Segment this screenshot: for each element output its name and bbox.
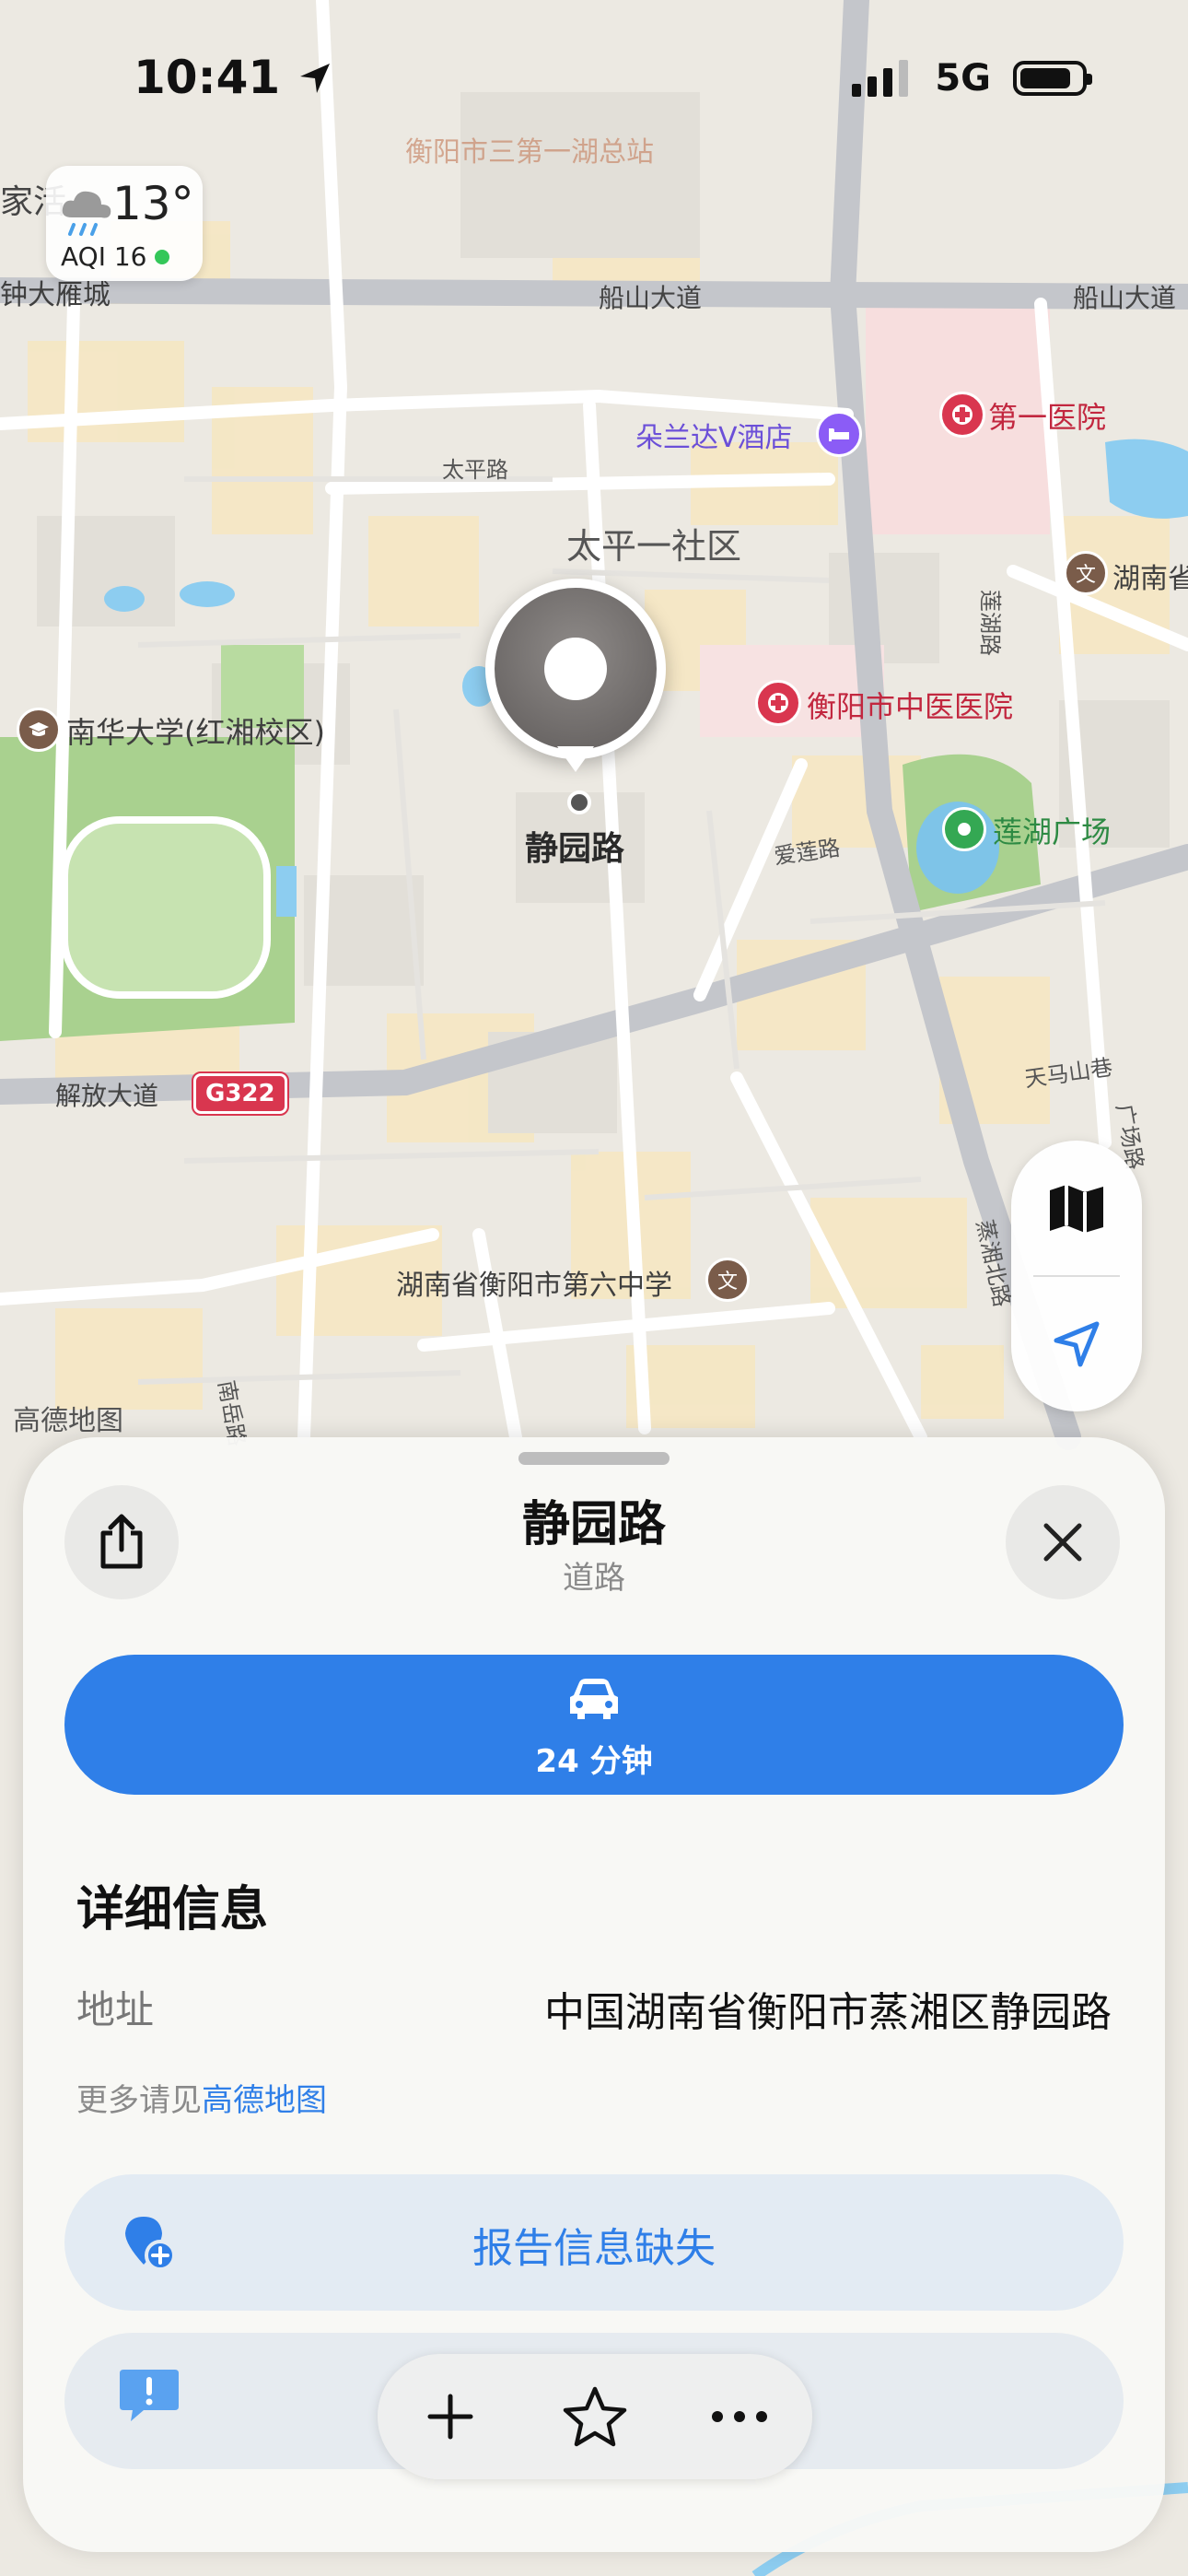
action-toolbar	[378, 2354, 812, 2479]
feedback-icon	[120, 2370, 179, 2421]
map-label-taiping-road: 太平路	[442, 457, 508, 483]
map-label-tcm-hospital[interactable]: 衡阳市中医医院	[807, 684, 1013, 726]
car-icon	[570, 1679, 618, 1719]
map-label-bus-station: 衡阳市三第一湖总站	[405, 136, 654, 169]
map-icon	[1050, 1184, 1103, 1233]
map-label-hotel[interactable]: 朵兰达V酒店	[635, 415, 793, 455]
locate-me-button[interactable]	[1011, 1276, 1142, 1411]
map-label-chuanshan-road: 船山大道	[599, 283, 703, 313]
map-mode-button[interactable]	[1011, 1141, 1142, 1276]
pin-label: 静园路	[525, 830, 625, 868]
school-icon[interactable]: 文	[705, 1258, 750, 1302]
favorite-button[interactable]	[544, 2366, 646, 2467]
map-label-lianhu-square[interactable]: 莲湖广场	[993, 809, 1111, 851]
map-label-taiping-community: 太平一社区	[566, 526, 742, 567]
school-icon[interactable]: 文	[1064, 551, 1108, 595]
dropped-pin[interactable]	[485, 579, 666, 759]
hospital-icon[interactable]	[755, 680, 801, 726]
highway-shield: G322	[192, 1071, 289, 1116]
map-label-first-hospital[interactable]: 第一医院	[988, 394, 1106, 437]
gaode-watermark: 高德地图	[13, 1405, 123, 1437]
aqi-indicator: AQI 16	[61, 241, 169, 272]
map-label-chuanshan-road: 船山大道	[1073, 283, 1177, 313]
address-label: 地址	[76, 1987, 155, 2032]
location-arrow-icon	[1054, 1321, 1100, 1366]
map-label-sixth-school[interactable]: 湖南省衡阳市第六中学	[396, 1262, 672, 1303]
place-card-sheet: 静园路 道路 24 分钟 详细信息 地址 中国湖南省衡阳市蒸湘区静园路 更多请见…	[23, 1437, 1165, 2552]
add-button[interactable]	[400, 2366, 501, 2467]
gaode-link[interactable]: 高德地图	[202, 2082, 327, 2119]
more-button[interactable]	[689, 2366, 790, 2467]
report-missing-label: 报告信息缺失	[472, 2225, 716, 2272]
address-value[interactable]: 中国湖南省衡阳市蒸湘区静园路	[544, 1979, 1112, 2038]
close-button[interactable]	[1006, 1485, 1120, 1599]
place-category: 道路	[563, 1560, 625, 1597]
network-type: 5G	[935, 57, 991, 100]
hospital-icon[interactable]	[939, 392, 985, 438]
pin-pointer	[557, 746, 594, 772]
map-label-lianhu-road: 莲湖路	[977, 590, 1003, 656]
more-info-prefix: 更多请见	[76, 2082, 202, 2119]
sheet-grabber[interactable]	[518, 1452, 670, 1465]
signal-icon	[852, 60, 909, 97]
pin-location-dot	[567, 790, 591, 814]
park-icon[interactable]	[942, 807, 986, 851]
status-time: 10:41	[134, 51, 333, 104]
map-label-nanhua-university[interactable]: 南华大学(红湘校区)	[66, 709, 325, 752]
rain-cloud-icon	[62, 191, 111, 236]
map-controls	[1011, 1141, 1142, 1411]
report-missing-button[interactable]: 报告信息缺失	[64, 2174, 1124, 2311]
details-heading: 详细信息	[76, 1882, 269, 1938]
close-icon	[1043, 1523, 1082, 1562]
more-info-text: 更多请见高德地图	[76, 2075, 327, 2120]
aqi-status-dot	[154, 249, 169, 264]
ellipsis-icon	[712, 2411, 768, 2422]
weather-widget[interactable]: 13° AQI 16	[46, 166, 203, 281]
hotel-icon[interactable]	[816, 411, 862, 457]
map-label-jiefang-road: 解放大道	[55, 1081, 159, 1111]
battery-icon	[1013, 61, 1092, 96]
status-indicators: 5G	[852, 57, 1092, 100]
star-icon	[563, 2386, 627, 2447]
location-services-icon	[299, 64, 330, 93]
temperature: 13°	[112, 177, 194, 230]
university-icon[interactable]	[17, 708, 61, 752]
map-label-hunan[interactable]: 湖南省	[1112, 556, 1188, 596]
place-title: 静园路	[521, 1497, 666, 1552]
drive-time: 24 分钟	[535, 1743, 653, 1780]
directions-button[interactable]: 24 分钟	[64, 1655, 1124, 1795]
plus-icon	[427, 2394, 473, 2440]
